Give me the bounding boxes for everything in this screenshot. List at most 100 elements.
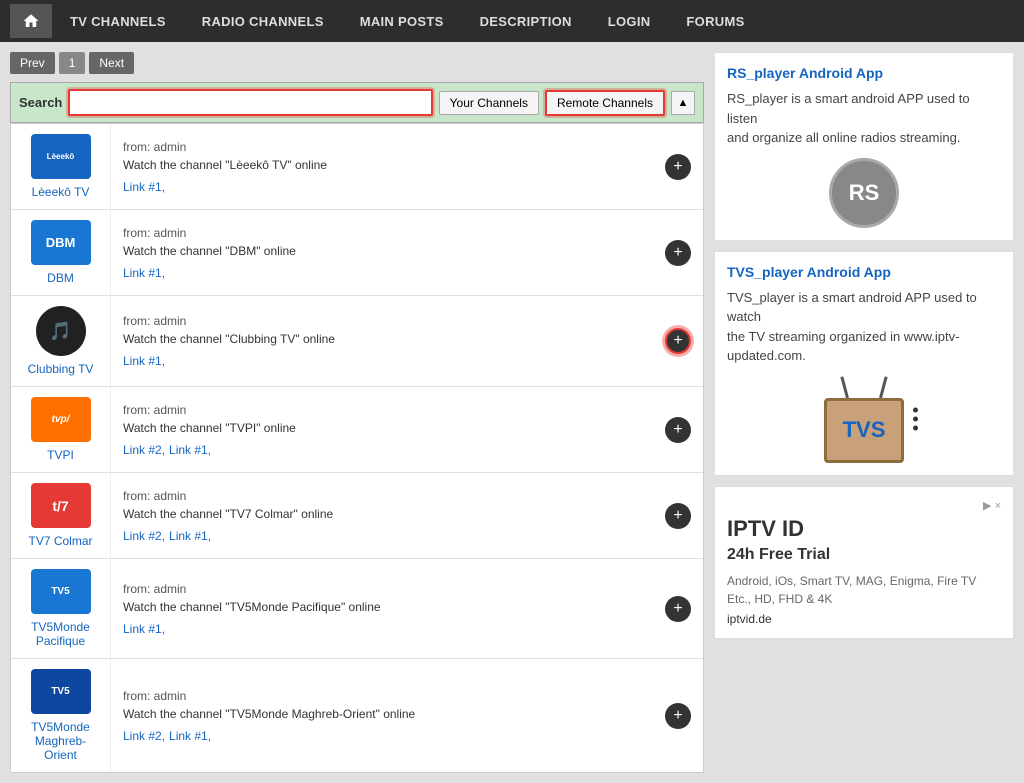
- watch-desc: Watch the channel "Lèeekô TV" online: [123, 158, 641, 172]
- sidebar: RS_player Android App RS_player is a sma…: [714, 52, 1014, 773]
- channel-link[interactable]: Link #2,: [123, 529, 165, 543]
- add-channel-button[interactable]: +: [665, 417, 691, 443]
- pagination: Prev 1 Next: [10, 52, 704, 74]
- channel-link[interactable]: Link #2,: [123, 443, 165, 457]
- channel-info-col: from: admin Watch the channel "DBM" onli…: [111, 210, 653, 295]
- channel-link[interactable]: Link #1,: [169, 529, 211, 543]
- channel-logo: TV5: [31, 569, 91, 614]
- ad-close[interactable]: ▶ ×: [983, 499, 1001, 512]
- channel-link[interactable]: Link #1,: [123, 180, 165, 194]
- channel-add-col: +: [653, 124, 703, 209]
- channel-name-link[interactable]: TV7 Colmar: [28, 534, 92, 548]
- links-row: Link #2, Link #1,: [123, 443, 641, 457]
- channel-logo: t/7: [31, 483, 91, 528]
- nav-forums[interactable]: FORUMS: [668, 0, 762, 42]
- watch-desc: Watch the channel "TVPI" online: [123, 421, 641, 435]
- from-admin: from: admin: [123, 226, 641, 240]
- channel-add-col: +: [653, 210, 703, 295]
- from-admin: from: admin: [123, 489, 641, 503]
- nav-radio-channels[interactable]: RADIO CHANNELS: [184, 0, 342, 42]
- channel-name-link[interactable]: Lèeekô TV: [32, 185, 90, 199]
- nav-tv-channels[interactable]: TV CHANNELS: [52, 0, 184, 42]
- channel-add-col: +: [653, 559, 703, 658]
- top-navigation: TV CHANNELS RADIO CHANNELS MAIN POSTS DE…: [0, 0, 1024, 42]
- channel-list: Lèeekô Lèeekô TV from: admin Watch the c…: [10, 123, 704, 773]
- table-row: Lèeekô Lèeekô TV from: admin Watch the c…: [11, 124, 703, 210]
- iptv-ad-section: ▶ × IPTV ID 24h Free Trial Android, iOs,…: [714, 486, 1014, 639]
- channel-link[interactable]: Link #1,: [123, 354, 165, 368]
- nav-login[interactable]: LOGIN: [590, 0, 669, 42]
- channel-logo-col: DBM DBM: [11, 210, 111, 295]
- ad-badge: ▶ ×: [727, 499, 1001, 512]
- from-admin: from: admin: [123, 140, 641, 154]
- channel-logo-col: t/7 TV7 Colmar: [11, 473, 111, 558]
- channel-name-link[interactable]: TV5Monde Pacifique: [21, 620, 100, 648]
- rs-player-section: RS_player Android App RS_player is a sma…: [714, 52, 1014, 241]
- channel-info-col: from: admin Watch the channel "Lèeekô TV…: [111, 124, 653, 209]
- add-channel-button-highlighted[interactable]: +: [665, 328, 691, 354]
- add-channel-button[interactable]: +: [665, 596, 691, 622]
- tvs-player-text1: TVS_player is a smart android APP used t…: [727, 288, 1001, 327]
- channel-link[interactable]: Link #1,: [169, 729, 211, 743]
- table-row: tvp/ TVPI from: admin Watch the channel …: [11, 387, 703, 473]
- remote-channels-button[interactable]: Remote Channels: [545, 90, 665, 116]
- home-button[interactable]: [10, 4, 52, 38]
- rs-player-title[interactable]: RS_player Android App: [727, 65, 1001, 81]
- tvs-tv-icon: TVS: [824, 398, 904, 463]
- channel-logo-col: 🎵 Clubbing TV: [11, 296, 111, 386]
- iptv-title: IPTV ID: [727, 516, 1001, 542]
- channel-logo-col: Lèeekô Lèeekô TV: [11, 124, 111, 209]
- add-channel-button[interactable]: +: [665, 240, 691, 266]
- add-channel-button[interactable]: +: [665, 154, 691, 180]
- channel-logo: TV5: [31, 669, 91, 714]
- channel-name-link[interactable]: TVPI: [47, 448, 74, 462]
- channel-info-col: from: admin Watch the channel "TV5Monde …: [111, 559, 653, 658]
- channel-name-link[interactable]: TV5Monde Maghreb-Orient: [21, 720, 100, 762]
- search-bar: Search Your Channels Remote Channels ▲: [10, 82, 704, 123]
- channel-link[interactable]: Link #1,: [123, 266, 165, 280]
- table-row: TV5 TV5Monde Maghreb-Orient from: admin …: [11, 659, 703, 772]
- watch-desc: Watch the channel "DBM" online: [123, 244, 641, 258]
- prev-button[interactable]: Prev: [10, 52, 55, 74]
- channel-info-col: from: admin Watch the channel "TVPI" onl…: [111, 387, 653, 472]
- tvs-logo-wrapper: TVS: [824, 376, 904, 463]
- links-row: Link #1,: [123, 622, 641, 636]
- channel-link[interactable]: Link #1,: [169, 443, 211, 457]
- add-channel-button[interactable]: +: [665, 703, 691, 729]
- channel-name-link[interactable]: Clubbing TV: [28, 362, 94, 376]
- channel-logo: tvp/: [31, 397, 91, 442]
- channel-logo: 🎵: [36, 306, 86, 356]
- watch-desc: Watch the channel "TV5Monde Pacifique" o…: [123, 600, 641, 614]
- channel-name-link[interactable]: DBM: [47, 271, 74, 285]
- add-channel-button[interactable]: +: [665, 503, 691, 529]
- links-row: Link #1,: [123, 180, 641, 194]
- search-input[interactable]: [68, 89, 432, 116]
- tvs-player-text3: updated.com.: [727, 346, 1001, 366]
- channel-link[interactable]: Link #1,: [123, 622, 165, 636]
- page-1-button[interactable]: 1: [59, 52, 86, 74]
- channel-add-col: +: [653, 473, 703, 558]
- channel-info-col: from: admin Watch the channel "TV7 Colma…: [111, 473, 653, 558]
- iptv-site[interactable]: iptvid.de: [727, 612, 1001, 626]
- channel-logo-col: TV5 TV5Monde Pacifique: [11, 559, 111, 658]
- channel-link[interactable]: Link #2,: [123, 729, 165, 743]
- from-admin: from: admin: [123, 403, 641, 417]
- tvs-player-title[interactable]: TVS_player Android App: [727, 264, 1001, 280]
- table-row: TV5 TV5Monde Pacifique from: admin Watch…: [11, 559, 703, 659]
- channel-add-col: +: [653, 296, 703, 386]
- search-input-wrapper: [68, 89, 432, 116]
- table-row: t/7 TV7 Colmar from: admin Watch the cha…: [11, 473, 703, 559]
- next-button[interactable]: Next: [89, 52, 134, 74]
- nav-description[interactable]: DESCRIPTION: [462, 0, 590, 42]
- channel-add-col: +: [653, 387, 703, 472]
- channel-logo-col: tvp/ TVPI: [11, 387, 111, 472]
- nav-main-posts[interactable]: MAIN POSTS: [342, 0, 462, 42]
- from-admin: from: admin: [123, 689, 641, 703]
- content-wrapper: Prev 1 Next Search Your Channels Remote …: [0, 42, 1024, 783]
- your-channels-button[interactable]: Your Channels: [439, 91, 539, 115]
- tvs-player-section: TVS_player Android App TVS_player is a s…: [714, 251, 1014, 476]
- channel-info-col: from: admin Watch the channel "TV5Monde …: [111, 659, 653, 772]
- rs-player-text2: and organize all online radios streaming…: [727, 128, 1001, 148]
- collapse-button[interactable]: ▲: [671, 91, 695, 115]
- watch-desc: Watch the channel "TV7 Colmar" online: [123, 507, 641, 521]
